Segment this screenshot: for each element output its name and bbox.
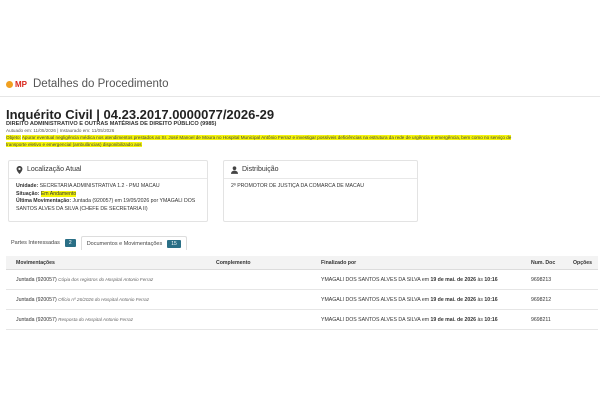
finalized-time: 10:16: [484, 316, 498, 323]
card-title: Localização Atual: [27, 166, 82, 173]
tab-label: Documentos e Movimentações: [86, 240, 163, 247]
col-complemento[interactable]: Complemento: [216, 260, 321, 266]
ultima-line: Última Movimentação: Juntada (920057) em…: [16, 198, 200, 213]
card-header: Distribuição: [224, 161, 417, 179]
procedure-dates: Autuado em: 11/05/2026 | Instaurado em: …: [6, 128, 115, 133]
finalized-time: 10:16: [484, 296, 498, 303]
objeto-label: Objeto:: [6, 135, 21, 140]
distribution-card: Distribuição 2º PROMOTOR DE JUSTIÇA DA C…: [223, 160, 418, 222]
status-badge: Em Andamento: [40, 190, 77, 197]
em-text: em: [420, 276, 431, 283]
movement-description[interactable]: Ofício nº 26/2026 do Hospital Antonio Fe…: [58, 297, 149, 302]
finalized-date: 19 de mai. de 2026: [430, 316, 477, 323]
count-badge: 15: [167, 239, 181, 248]
movement-description[interactable]: Resposta do Hospital Antonio Ferraz: [58, 317, 133, 322]
logo-text: MP: [15, 79, 27, 89]
current-location-card: Localização Atual Unidade: SECRETARIA AD…: [8, 160, 208, 222]
doc-number-cell: 9698211: [531, 316, 551, 323]
finalized-by-name: YMAGALI DOS SANTOS ALVES DA SILVA: [321, 276, 421, 283]
procedure-subject: DIREITO ADMINISTRATIVO E OUTRAS MATÉRIAS…: [6, 121, 217, 127]
finalized-date: 19 de mai. de 2026: [430, 296, 477, 303]
movement-type: Juntada (920057): [16, 316, 57, 323]
col-opcoes: Opções: [573, 259, 593, 266]
finalized-by-name: YMAGALI DOS SANTOS ALVES DA SILVA: [321, 316, 421, 323]
finalized-by-name: YMAGALI DOS SANTOS ALVES DA SILVA: [321, 296, 421, 303]
tab-partes-interessadas[interactable]: Partes Interessadas 2: [6, 236, 81, 250]
movement-cell: Juntada (920057) Resposta do Hospital An…: [6, 317, 216, 323]
doc-number-cell: 9698212: [531, 296, 552, 303]
count-badge: 2: [64, 239, 76, 247]
procedure-objeto: Objeto: Apurar eventual negligência médi…: [6, 134, 516, 148]
col-num-doc[interactable]: Num. Doc: [531, 260, 573, 266]
tab-documentos-movimentacoes[interactable]: Documentos e Movimentações 15: [80, 236, 187, 250]
card-body: 2º PROMOTOR DE JUSTIÇA DA COMARCA DE MAC…: [224, 179, 417, 195]
finalized-by-cell: YMAGALI DOS SANTOS ALVES DA SILVA em 19 …: [321, 317, 531, 323]
finalized-by-cell: YMAGALI DOS SANTOS ALVES DA SILVA em 19 …: [321, 277, 531, 283]
em-text: em: [420, 296, 431, 303]
movement-description[interactable]: Cópia dos registros do Hospital Antonio …: [58, 277, 153, 282]
divider: [0, 96, 600, 97]
col-finalizado-por[interactable]: Finalizado por: [321, 260, 531, 266]
table-row[interactable]: Juntada (920057) Resposta do Hospital An…: [6, 310, 598, 330]
finalized-time: 10:16: [484, 276, 498, 283]
tab-label: Partes Interessadas: [11, 240, 60, 246]
map-pin-icon: [16, 165, 23, 174]
distribution-value: 2º PROMOTOR DE JUSTIÇA DA COMARCA DE MAC…: [231, 183, 364, 189]
unidade-label: Unidade:: [16, 183, 39, 189]
movement-type: Juntada (920057): [16, 296, 57, 303]
procedure-title: Inquérito Civil | 04.23.2017.0000077/202…: [6, 107, 275, 122]
movement-cell: Juntada (920057) Cópia dos registros do …: [6, 277, 216, 283]
movement-type: Juntada (920057): [16, 276, 57, 283]
unidade-line: Unidade: SECRETARIA ADMINISTRATIVA 1.2 -…: [16, 183, 200, 191]
unidade-value: SECRETARIA ADMINISTRATIVA 1.2 - PMJ MACA…: [39, 183, 160, 189]
top-bar: MP Detalhes do Procedimento: [0, 72, 600, 96]
table-row[interactable]: Juntada (920057) Cópia dos registros do …: [6, 270, 598, 290]
finalized-date: 19 de mai. de 2026: [430, 276, 477, 283]
page-title: Detalhes do Procedimento: [33, 78, 169, 90]
col-movimentacoes[interactable]: Movimentações: [6, 260, 216, 266]
logo-icon: [6, 80, 13, 88]
finalized-by-cell: YMAGALI DOS SANTOS ALVES DA SILVA em 19 …: [321, 297, 531, 303]
mp-logo[interactable]: MP: [6, 80, 27, 89]
card-header: Localização Atual: [9, 161, 207, 179]
table-header: Movimentações Complemento Finalizado por…: [6, 256, 598, 270]
movements-table: Movimentações Complemento Finalizado por…: [6, 256, 598, 330]
card-body: Unidade: SECRETARIA ADMINISTRATIVA 1.2 -…: [9, 179, 207, 217]
tabs: Partes Interessadas 2 Documentos e Movim…: [6, 234, 596, 250]
movement-cell: Juntada (920057) Ofício nº 26/2026 do Ho…: [6, 297, 216, 303]
ultima-label: Última Movimentação:: [16, 198, 72, 205]
situacao-label: Situação:: [16, 190, 40, 197]
doc-number-cell: 9698213: [531, 276, 552, 283]
card-title: Distribuição: [242, 166, 279, 173]
em-text: em: [420, 316, 431, 323]
user-icon: [231, 165, 238, 174]
objeto-text: Apurar eventual negligência médica nos a…: [6, 135, 512, 147]
table-row[interactable]: Juntada (920057) Ofício nº 26/2026 do Ho…: [6, 290, 598, 310]
